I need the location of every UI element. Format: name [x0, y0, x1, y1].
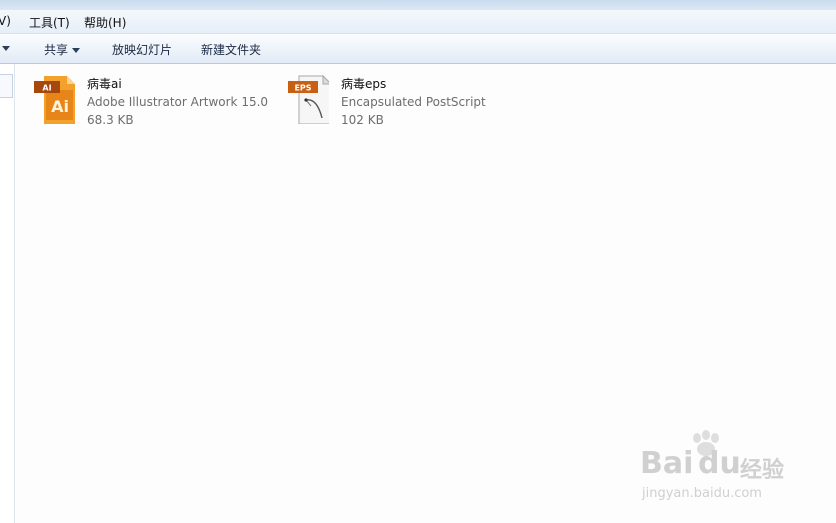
slideshow-button[interactable]: 放映幻灯片	[112, 41, 172, 58]
watermark-url: jingyan.baidu.com	[642, 486, 762, 501]
file-item-ai[interactable]: AI Ai 病毒ai Adobe Illustrator Artwork 15.…	[33, 72, 273, 130]
file-name: 病毒eps	[341, 77, 387, 91]
watermark-brand-2: du	[698, 446, 741, 481]
baidu-jingyan-watermark: Bai du 经验 jingyan.baidu.com	[640, 430, 800, 510]
chevron-down-icon	[72, 48, 81, 53]
watermark-brand: Bai	[640, 446, 694, 481]
eps-file-icon: EPS	[287, 72, 333, 125]
navigation-pane-item[interactable]	[0, 74, 13, 98]
file-name: 病毒ai	[87, 77, 122, 91]
ai-icon-label: Ai	[51, 97, 69, 116]
menu-bar: V) 工具(T) 帮助(H)	[0, 10, 836, 34]
adobe-illustrator-file-icon: AI Ai	[33, 72, 75, 124]
file-size: 68.3 KB	[87, 113, 134, 127]
command-bar: 共享 放映幻灯片 新建文件夹	[0, 34, 836, 64]
file-type: Encapsulated PostScript	[341, 95, 486, 109]
watermark-cn: 经验	[740, 458, 785, 483]
explorer-window: V) 工具(T) 帮助(H) 共享 放映幻灯片 新建文件夹 AI Ai 病毒ai…	[0, 0, 836, 523]
chevron-down-icon	[2, 46, 10, 51]
title-bar-strip	[0, 0, 836, 10]
menu-help[interactable]: 帮助(H)	[84, 14, 126, 31]
share-label: 共享	[44, 43, 69, 57]
menu-view[interactable]: V)	[0, 14, 11, 28]
file-size: 102 KB	[341, 113, 384, 127]
ai-badge-text: AI	[42, 84, 51, 93]
organize-dropdown-button[interactable]	[2, 41, 10, 55]
new-folder-button[interactable]: 新建文件夹	[201, 41, 261, 58]
share-button[interactable]: 共享	[44, 41, 81, 58]
file-type: Adobe Illustrator Artwork 15.0	[87, 95, 269, 109]
eps-badge-text: EPS	[294, 84, 311, 93]
navigation-pane[interactable]	[0, 64, 15, 523]
file-details: 病毒eps Encapsulated PostScript 102 KB	[341, 75, 486, 129]
file-details: 病毒ai Adobe Illustrator Artwork 15.0 68.3…	[87, 75, 268, 129]
file-item-eps[interactable]: EPS 病毒eps Encapsulated PostScript 102 KB	[287, 72, 497, 130]
menu-tools[interactable]: 工具(T)	[29, 14, 70, 31]
